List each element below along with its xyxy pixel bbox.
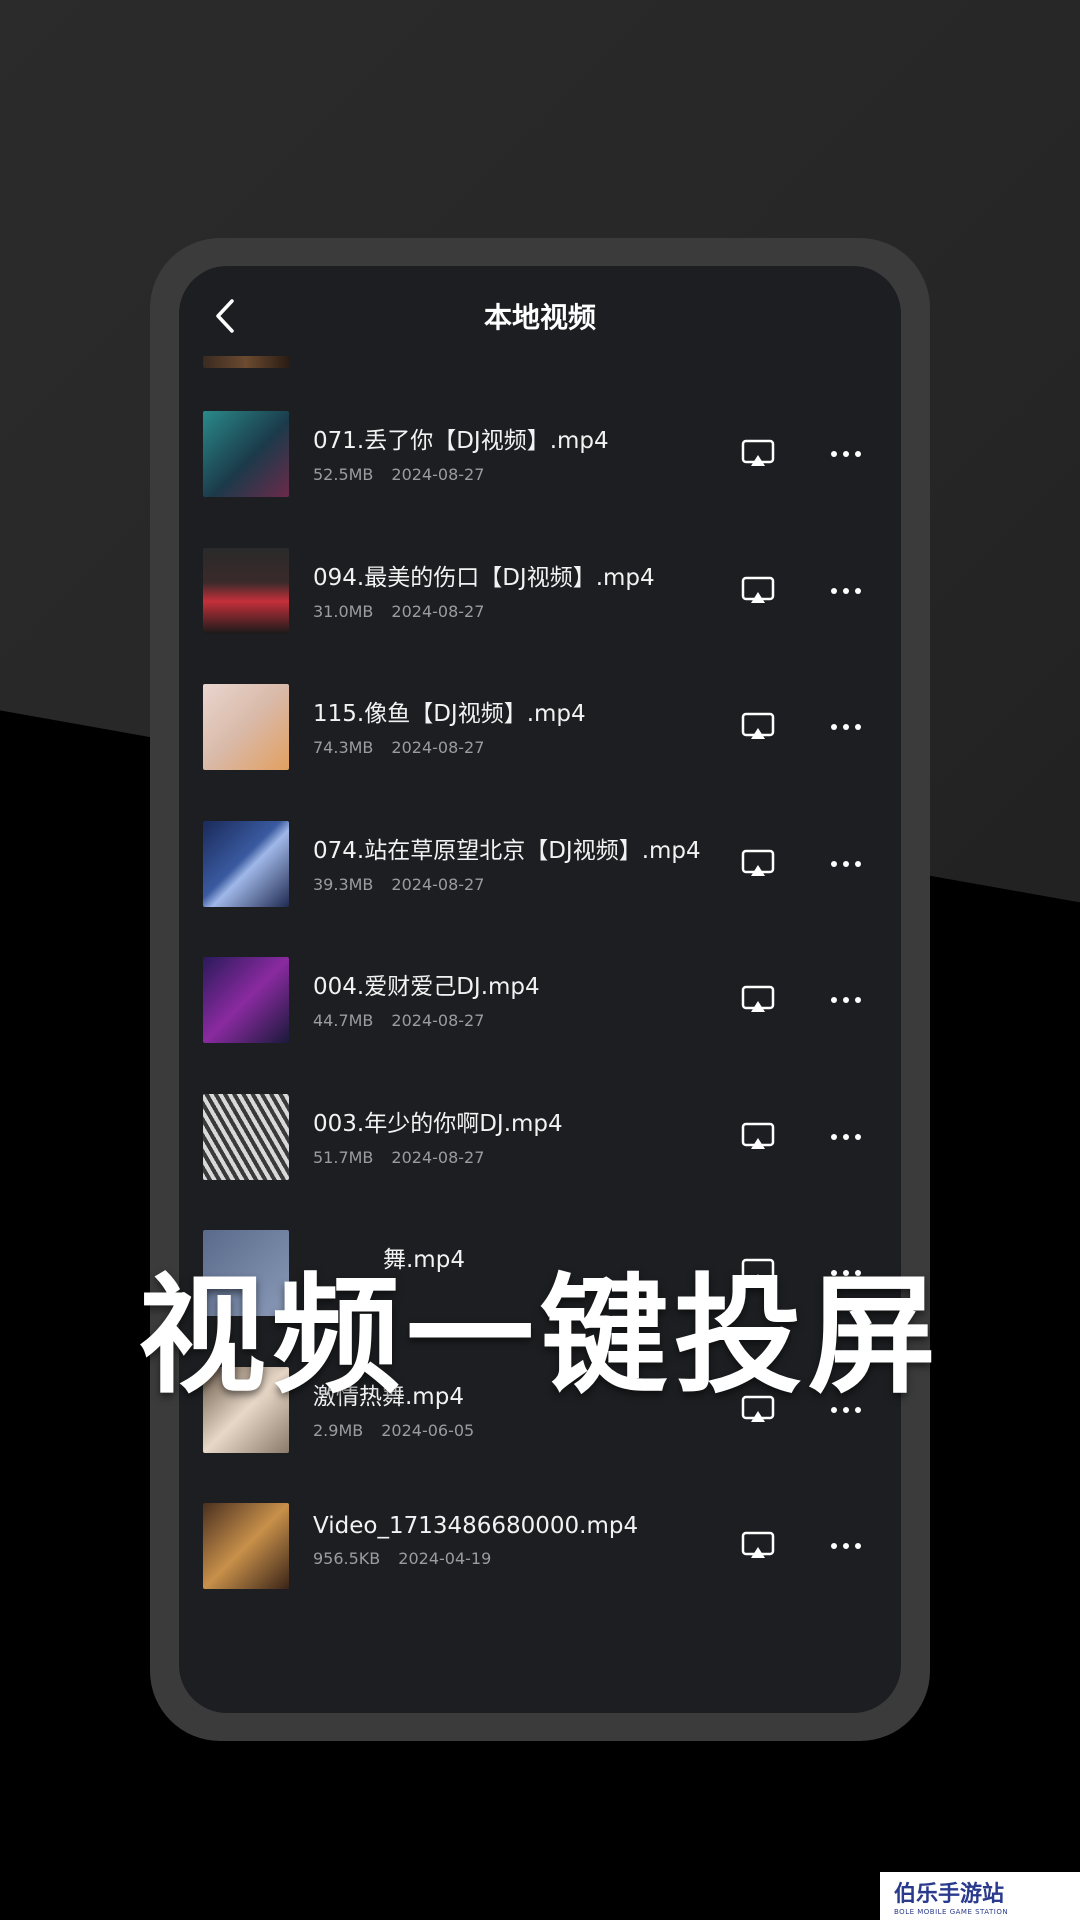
video-thumbnail xyxy=(203,820,289,907)
more-dots-icon xyxy=(831,451,861,457)
list-item[interactable]: 094.最美的伤口【DJ视频】.mp4 31.0MB 2024-08-27 xyxy=(179,547,901,685)
video-date: 2024-08-27 xyxy=(391,738,485,757)
video-date: 2024-08-27 xyxy=(391,1011,485,1030)
more-button[interactable] xyxy=(829,847,863,881)
screen-cast-icon xyxy=(741,1122,775,1149)
video-name: 071.丢了你【DJ视频】.mp4 xyxy=(313,428,609,454)
video-size: 51.7MB xyxy=(313,1147,374,1167)
more-button[interactable] xyxy=(829,983,863,1017)
cast-button[interactable] xyxy=(741,1120,775,1154)
watermark-subtitle: BOLE MOBILE GAME STATION xyxy=(894,1908,1009,1916)
list-item[interactable]: Video_1713486680000.mp4 956.5KB 2024-04-1… xyxy=(179,1503,901,1640)
video-size: 2.9MB xyxy=(313,1420,364,1440)
promo-headline: 视频一键投屏 xyxy=(137,1262,942,1411)
video-thumbnail xyxy=(203,1093,289,1180)
video-size: 956.5KB xyxy=(313,1549,381,1568)
video-size: 39.3MB xyxy=(313,874,374,894)
video-name: 115.像鱼【DJ视频】.mp4 xyxy=(313,701,586,727)
watermark-logo: 伯乐手游站 BOLE MOBILE GAME STATION xyxy=(880,1872,1080,1920)
video-thumbnail xyxy=(203,1503,289,1589)
video-date: 2024-08-27 xyxy=(391,601,485,621)
cast-button[interactable] xyxy=(741,983,775,1017)
screen-cast-icon xyxy=(741,1531,775,1558)
cast-button[interactable] xyxy=(741,574,775,608)
video-date: 2024-06-05 xyxy=(381,1420,475,1440)
partial-thumbnail xyxy=(203,356,289,368)
list-item[interactable]: 071.丢了你【DJ视频】.mp4 52.5MB 2024-08-27 xyxy=(179,411,901,548)
video-thumbnail xyxy=(203,957,289,1043)
video-name: Video_1713486680000.mp4 xyxy=(313,1513,639,1539)
screen-cast-icon xyxy=(741,849,775,876)
video-date: 2024-08-27 xyxy=(391,465,485,484)
cast-button[interactable] xyxy=(741,847,775,881)
screen-cast-icon xyxy=(741,712,775,739)
page-title: 本地视频 xyxy=(483,301,596,334)
video-name: 074.站在草原望北京【DJ视频】.mp4 xyxy=(313,837,701,864)
video-list: 071.丢了你【DJ视频】.mp4 52.5MB 2024-08-27 094.最… xyxy=(179,411,901,1640)
more-dots-icon xyxy=(831,1133,861,1140)
more-button[interactable] xyxy=(829,1529,863,1563)
more-dots-icon xyxy=(831,724,861,730)
video-size: 31.0MB xyxy=(313,601,374,621)
app-header: 本地视频 xyxy=(179,266,901,366)
list-item[interactable]: 003.年少的你啊DJ.mp4 51.7MB 2024-08-27 xyxy=(179,1093,901,1231)
chevron-left-icon xyxy=(216,299,234,333)
video-size: 44.7MB xyxy=(313,1011,374,1030)
phone-frame: 本地视频 071.丢了你【DJ视频】.mp4 52.5MB 2024-08-27 xyxy=(150,238,930,1741)
cast-button[interactable] xyxy=(741,710,775,744)
screen-cast-icon xyxy=(741,576,775,603)
list-item[interactable]: 074.站在草原望北京【DJ视频】.mp4 39.3MB 2024-08-27 xyxy=(179,820,901,958)
video-name: 004.爱财爱己DJ.mp4 xyxy=(313,974,540,1000)
cast-button[interactable] xyxy=(741,437,775,471)
more-dots-icon xyxy=(831,587,861,594)
video-date: 2024-08-27 xyxy=(391,1147,485,1167)
video-date: 2024-08-27 xyxy=(391,874,485,894)
more-button[interactable] xyxy=(829,710,863,744)
back-button[interactable] xyxy=(203,294,247,338)
video-thumbnail xyxy=(203,547,289,634)
video-size: 52.5MB xyxy=(313,465,374,484)
more-button[interactable] xyxy=(829,437,863,471)
list-item[interactable]: 004.爱财爱己DJ.mp4 44.7MB 2024-08-27 xyxy=(179,957,901,1094)
more-dots-icon xyxy=(831,860,861,867)
video-size: 74.3MB xyxy=(313,738,374,757)
video-thumbnail xyxy=(203,684,289,770)
more-dots-icon xyxy=(831,1543,861,1549)
video-name: 094.最美的伤口【DJ视频】.mp4 xyxy=(313,564,655,591)
cast-button[interactable] xyxy=(741,1529,775,1563)
list-item[interactable]: 115.像鱼【DJ视频】.mp4 74.3MB 2024-08-27 xyxy=(179,684,901,821)
more-button[interactable] xyxy=(829,1120,863,1154)
screen-cast-icon xyxy=(741,439,775,466)
watermark-name: 伯乐手游站 xyxy=(894,1882,1005,1907)
phone-screen: 本地视频 071.丢了你【DJ视频】.mp4 52.5MB 2024-08-27 xyxy=(179,266,901,1713)
video-date: 2024-04-19 xyxy=(398,1549,492,1568)
video-thumbnail xyxy=(203,411,289,497)
more-button[interactable] xyxy=(829,574,863,608)
more-dots-icon xyxy=(831,997,861,1003)
screen-cast-icon xyxy=(741,985,775,1012)
video-name: 003.年少的你啊DJ.mp4 xyxy=(313,1110,563,1137)
